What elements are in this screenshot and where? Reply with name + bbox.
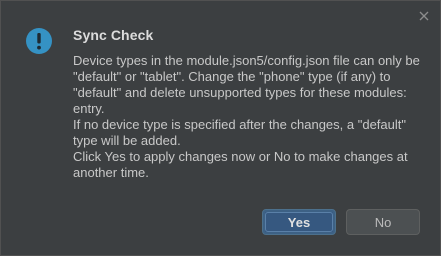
message-paragraph: Device types in the module.json5/config.… — [73, 53, 420, 116]
no-button-label: No — [374, 214, 392, 230]
dialog-title: Sync Check — [73, 27, 154, 43]
dialog-message: Device types in the module.json5/config.… — [73, 53, 425, 181]
no-button[interactable]: No — [346, 209, 420, 235]
info-icon — [25, 27, 53, 55]
yes-button[interactable]: Yes — [262, 209, 336, 235]
sync-check-dialog: Sync Check Device types in the module.js… — [0, 0, 441, 256]
message-paragraph: If no device type is specified after the… — [73, 117, 406, 148]
close-icon[interactable] — [417, 9, 431, 23]
message-paragraph: Click Yes to apply changes now or No to … — [73, 149, 408, 180]
focus-ring — [265, 212, 333, 232]
